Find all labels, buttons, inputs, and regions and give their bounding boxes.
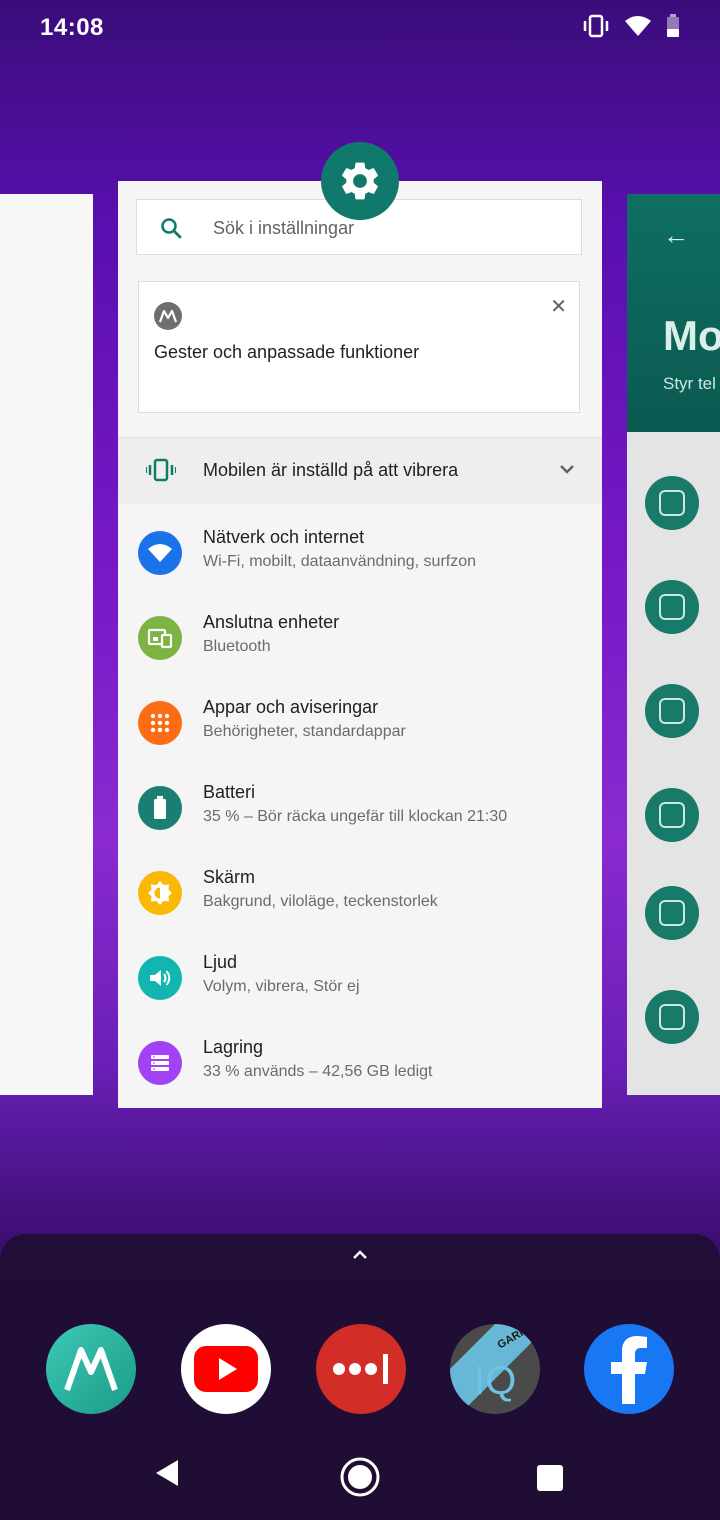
- settings-item-title: Nätverk och internet: [203, 527, 365, 547]
- settings-item-network[interactable]: Nätverk och internet Wi-Fi, mobilt, data…: [118, 521, 602, 606]
- vibrate-banner-text: Mobilen är inställd på att vibrera: [203, 460, 459, 480]
- recent-app-card-left[interactable]: [0, 194, 93, 1095]
- vibrate-banner[interactable]: Mobilen är inställd på att vibrera: [118, 438, 602, 504]
- gesture-icon: [645, 684, 699, 738]
- search-placeholder: Sök i inställningar: [213, 218, 355, 238]
- settings-item-subtitle: Bluetooth: [203, 638, 271, 655]
- battery-icon: [666, 14, 680, 38]
- recent-app-card-right[interactable]: ← Mo Styr tel: [627, 194, 720, 1095]
- settings-item-connected-devices[interactable]: Anslutna enheter Bluetooth: [118, 606, 602, 691]
- settings-item-title: Batteri: [203, 782, 256, 802]
- recent-app-card-settings[interactable]: Sök i inställningar ✕ Gester och anpassa…: [118, 181, 602, 1108]
- chevron-down-icon[interactable]: [556, 458, 578, 485]
- recents-icon[interactable]: [537, 1465, 563, 1496]
- brightness-icon: [138, 871, 182, 915]
- vibrate-icon: [582, 14, 610, 38]
- app-dock: GARMIN IQ: [0, 1234, 720, 1520]
- storage-icon: [138, 1041, 182, 1085]
- lastpass-app-icon[interactable]: [316, 1324, 406, 1414]
- gesture-icon: [645, 886, 699, 940]
- settings-item-display[interactable]: Skärm Bakgrund, viloläge, teckenstorlek: [118, 861, 602, 946]
- settings-gear-icon[interactable]: [321, 142, 399, 220]
- search-icon: [159, 216, 183, 245]
- back-arrow-icon: ←: [663, 220, 689, 250]
- settings-item-battery[interactable]: Batteri 35 % – Bör räcka ungefär till kl…: [118, 776, 602, 861]
- youtube-app-icon[interactable]: [181, 1324, 271, 1414]
- volume-icon: [138, 956, 182, 1000]
- battery-icon: [138, 786, 182, 830]
- status-icons: [582, 14, 680, 38]
- suggestion-title: Gester och anpassade funktioner: [154, 342, 420, 362]
- settings-item-title: Skärm: [203, 867, 256, 887]
- apps-icon: [138, 701, 182, 745]
- right-card-subtitle: Styr tel: [663, 374, 716, 393]
- moto-app-icon[interactable]: [46, 1324, 136, 1414]
- settings-item-apps[interactable]: Appar och aviseringar Behörigheter, stan…: [118, 691, 602, 776]
- close-icon[interactable]: ✕: [550, 294, 567, 319]
- gesture-icon: [645, 476, 699, 530]
- settings-item-subtitle: Volym, vibrera, Stör ej: [203, 978, 360, 995]
- right-card-title: Mo: [663, 312, 720, 359]
- home-icon[interactable]: [339, 1456, 381, 1503]
- settings-item-subtitle: 35 % – Bör räcka ungefär till klockan 21…: [203, 808, 508, 825]
- settings-item-title: Ljud: [203, 952, 238, 972]
- chevron-up-icon[interactable]: [350, 1248, 370, 1267]
- right-card-header: ← Mo Styr tel: [627, 194, 720, 432]
- garmin-iq-label: IQ: [474, 1359, 516, 1403]
- back-icon[interactable]: [154, 1458, 180, 1493]
- gesture-icon: [645, 788, 699, 842]
- settings-item-subtitle: 33 % används – 42,56 GB ledigt: [203, 1063, 433, 1080]
- gesture-icon: [645, 990, 699, 1044]
- settings-item-storage[interactable]: Lagring 33 % används – 42,56 GB ledigt: [118, 1031, 602, 1108]
- settings-item-title: Anslutna enheter: [203, 612, 340, 632]
- status-time: 14:08: [40, 14, 104, 41]
- settings-item-sound[interactable]: Ljud Volym, vibrera, Stör ej: [118, 946, 602, 1031]
- settings-item-subtitle: Wi-Fi, mobilt, dataanvändning, surfzon: [203, 553, 477, 570]
- vibrate-icon: [145, 458, 177, 487]
- settings-item-subtitle: Behörigheter, standardappar: [203, 723, 406, 740]
- motorola-logo-icon: [154, 302, 182, 330]
- settings-item-subtitle: Bakgrund, viloläge, teckenstorlek: [203, 893, 438, 910]
- facebook-app-icon[interactable]: [584, 1324, 674, 1414]
- wifi-icon: [138, 531, 182, 575]
- settings-item-title: Lagring: [203, 1037, 264, 1057]
- gesture-icon: [645, 580, 699, 634]
- suggestion-card[interactable]: ✕ Gester och anpassade funktioner: [138, 281, 580, 413]
- settings-item-title: Appar och aviseringar: [203, 697, 379, 717]
- status-bar: 14:08: [0, 0, 720, 56]
- devices-icon: [138, 616, 182, 660]
- wifi-icon: [624, 15, 652, 37]
- garmin-connect-iq-app-icon[interactable]: GARMIN IQ: [450, 1324, 540, 1414]
